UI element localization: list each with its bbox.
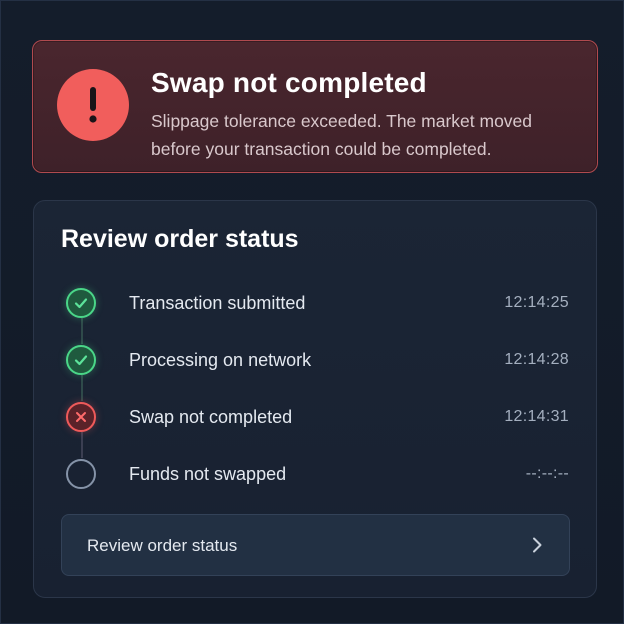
timeline-step-processing-on-network: Processing on network 12:14:28 [34,340,598,380]
exclamation-icon [57,69,129,141]
step-label: Processing on network [129,350,312,370]
timeline-step-swap-not-completed: Swap not completed 12:14:31 [34,397,598,437]
check-circle-icon [66,345,96,375]
step-label: Swap not completed [129,407,293,427]
review-order-status-button[interactable]: Review order status [61,514,570,576]
error-alert: Swap not completed Slippage tolerance ex… [32,40,598,173]
alert-message: Slippage tolerance exceeded. The market … [151,111,533,159]
step-timestamp: 12:14:31 [504,408,569,425]
order-status-card: Review order status Transaction submitte… [33,200,597,598]
review-button-label: Review order status [87,536,238,555]
step-timestamp: 12:14:25 [504,294,569,311]
step-timestamp: 12:14:28 [504,351,569,368]
step-label: Funds not swapped [129,464,287,484]
step-label: Transaction submitted [129,293,306,313]
card-title: Review order status [61,225,299,253]
empty-circle-icon [66,459,96,489]
check-circle-icon [66,288,96,318]
alert-title: Swap not completed [151,67,427,98]
x-circle-icon [66,402,96,432]
chevron-right-icon [533,537,542,553]
swap-status-screen: Swap not completed Slippage tolerance ex… [0,0,624,624]
timeline-step-transaction-submitted: Transaction submitted 12:14:25 [34,283,598,323]
step-timestamp: --:--:-- [525,465,569,482]
timeline-step-funds-not-swapped: Funds not swapped --:--:-- [34,454,598,494]
